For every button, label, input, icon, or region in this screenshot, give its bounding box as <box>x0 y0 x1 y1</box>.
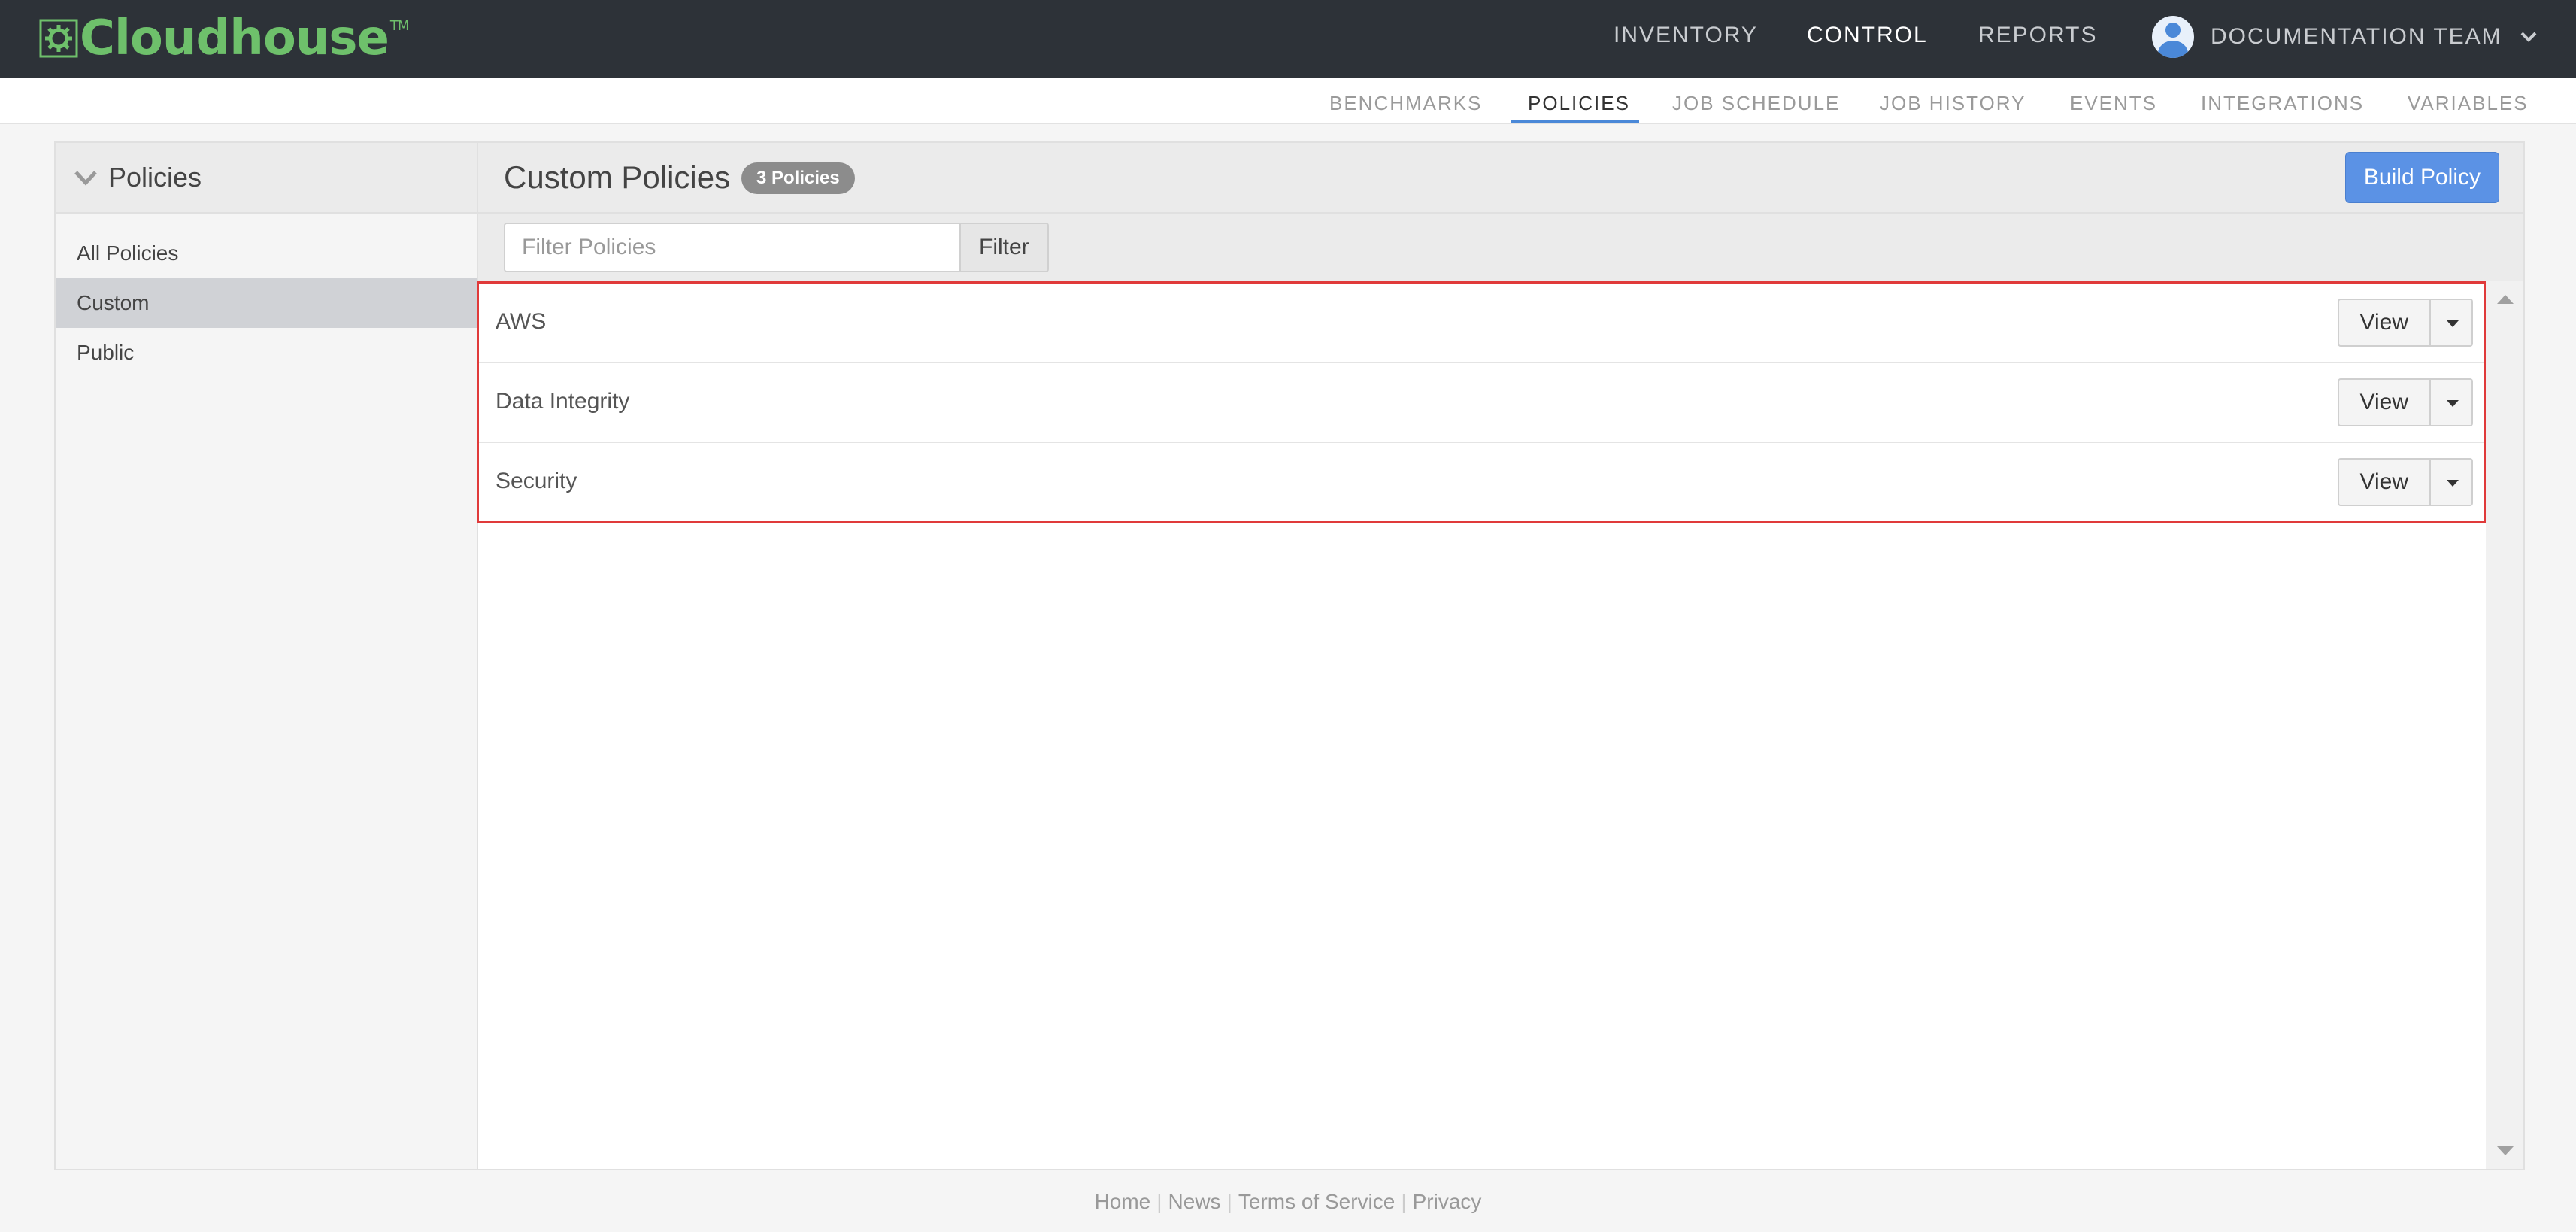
view-button[interactable]: View <box>2337 299 2431 347</box>
tab-benchmarks[interactable]: BENCHMARKS <box>1329 92 1482 115</box>
active-tab-underline <box>1511 120 1639 123</box>
scroll-down-arrow-icon[interactable] <box>2497 1146 2514 1155</box>
policy-actions: View <box>2337 458 2473 506</box>
policies-sidebar: Policies All Policies Custom Public <box>54 141 478 1170</box>
caret-down-icon <box>2447 480 2459 487</box>
sidebar-header[interactable]: Policies <box>56 143 477 214</box>
page-title: Custom Policies <box>504 159 731 195</box>
footer-link-terms[interactable]: Terms of Service <box>1238 1190 1396 1213</box>
sidebar-item-all-policies[interactable]: All Policies <box>56 229 477 278</box>
scroll-up-arrow-icon[interactable] <box>2497 295 2514 304</box>
policy-row[interactable]: Security View <box>479 443 2484 521</box>
filter-button[interactable]: Filter <box>961 223 1049 272</box>
policy-count-badge: 3 Policies <box>741 162 855 194</box>
footer: Home | News | Terms of Service | Privacy <box>0 1190 2576 1214</box>
nav-inventory[interactable]: INVENTORY <box>1614 23 1758 48</box>
tab-job-schedule[interactable]: JOB SCHEDULE <box>1672 92 1840 115</box>
chevron-down-icon <box>74 171 97 186</box>
filter-policies-input[interactable] <box>504 223 961 272</box>
sidebar-menu: All Policies Custom Public <box>56 229 477 378</box>
footer-separator: | <box>1156 1190 1162 1213</box>
tab-integrations[interactable]: INTEGRATIONS <box>2201 92 2364 115</box>
actions-dropdown-button[interactable] <box>2431 299 2473 347</box>
policy-actions: View <box>2337 299 2473 347</box>
brand-name: Cloudhouse <box>80 11 389 66</box>
sidebar-title: Policies <box>108 162 202 193</box>
filter-bar: Filter <box>478 214 2523 284</box>
policy-row[interactable]: AWS View <box>479 284 2484 363</box>
user-menu[interactable]: DOCUMENTATION TEAM <box>2152 14 2538 60</box>
panel-header: Custom Policies 3 Policies Build Policy <box>478 143 2523 214</box>
caret-down-icon <box>2447 400 2459 407</box>
brand-logo[interactable]: Cloudhouse TM <box>39 11 410 66</box>
footer-separator: | <box>1226 1190 1232 1213</box>
policy-list-area: AWS View Data Integrity View Security Vi… <box>477 281 2486 523</box>
footer-link-privacy[interactable]: Privacy <box>1413 1190 1482 1213</box>
footer-link-news[interactable]: News <box>1168 1190 1221 1213</box>
vertical-scrollbar[interactable] <box>2486 281 2523 1169</box>
caret-down-icon <box>2447 320 2459 327</box>
policy-name: Data Integrity <box>496 389 630 414</box>
tab-variables[interactable]: VARIABLES <box>2408 92 2529 115</box>
tab-policies[interactable]: POLICIES <box>1528 92 1630 115</box>
tab-job-history[interactable]: JOB HISTORY <box>1880 92 2026 115</box>
policy-list: AWS View Data Integrity View Security Vi… <box>477 281 2486 523</box>
policy-actions: View <box>2337 378 2473 426</box>
team-name: DOCUMENTATION TEAM <box>2211 24 2502 49</box>
user-avatar-icon <box>2152 16 2194 58</box>
policy-name: Security <box>496 469 577 493</box>
footer-link-home[interactable]: Home <box>1095 1190 1151 1213</box>
actions-dropdown-button[interactable] <box>2431 378 2473 426</box>
view-button[interactable]: View <box>2337 378 2431 426</box>
nav-control[interactable]: CONTROL <box>1807 23 1928 48</box>
sidebar-item-public[interactable]: Public <box>56 328 477 378</box>
gear-icon <box>39 19 78 58</box>
policy-name: AWS <box>496 309 547 334</box>
nav-reports[interactable]: REPORTS <box>1978 23 2097 48</box>
tab-events[interactable]: EVENTS <box>2070 92 2157 115</box>
policies-main-panel: Custom Policies 3 Policies Build Policy … <box>477 141 2525 1170</box>
build-policy-button[interactable]: Build Policy <box>2344 152 2499 203</box>
actions-dropdown-button[interactable] <box>2431 458 2473 506</box>
chevron-down-icon <box>2520 32 2537 42</box>
sidebar-item-custom[interactable]: Custom <box>56 278 477 328</box>
view-button[interactable]: View <box>2337 458 2431 506</box>
policy-row[interactable]: Data Integrity View <box>479 363 2484 443</box>
trademark-mark: TM <box>389 18 410 34</box>
footer-separator: | <box>1401 1190 1407 1213</box>
top-bar: Cloudhouse TM INVENTORY CONTROL REPORTS … <box>0 0 2576 78</box>
sub-nav: BENCHMARKS POLICIES JOB SCHEDULE JOB HIS… <box>0 78 2576 124</box>
